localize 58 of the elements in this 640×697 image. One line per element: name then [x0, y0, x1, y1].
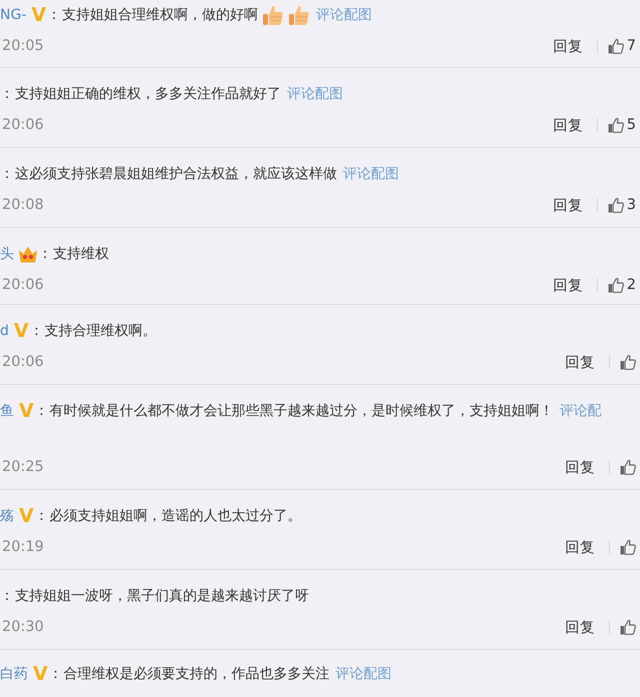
verified-label: V: [19, 506, 34, 526]
thumbs-up-icon: [608, 197, 624, 213]
colon-separator: ：: [38, 245, 52, 263]
like-button[interactable]: 2: [608, 277, 636, 293]
colon-separator: ：: [34, 507, 49, 525]
comment-text: 这必须支持张碧晨姐姐维护合法权益，就应该这样做: [15, 165, 337, 183]
verified-label: V: [19, 401, 34, 421]
colon-separator: ：: [34, 402, 49, 420]
colon-separator: ：: [48, 665, 63, 683]
comment-time: 20:25: [1, 459, 44, 475]
thumbs-up-icon: [620, 539, 636, 555]
like-button[interactable]: [620, 619, 636, 635]
like-button[interactable]: 3: [608, 197, 636, 213]
colon-separator: ：: [47, 6, 62, 24]
reply-button[interactable]: 回复: [565, 352, 595, 372]
comment-text: 支持姐姐正确的维权，多多关注作品就好了: [15, 85, 281, 103]
reply-button[interactable]: 回复: [552, 196, 583, 214]
comment-time: 20:06: [1, 117, 44, 133]
verified-label: V: [14, 321, 29, 341]
comment-text: 支持姐姐一波呀，黑子们真的是越来越讨厌了呀: [15, 587, 309, 605]
comment-time: 20:30: [1, 619, 44, 635]
colon-separator: ：: [0, 165, 14, 183]
thumbs-up-icon: [262, 4, 284, 26]
comment-time: 20:05: [1, 38, 44, 54]
thumbs-up-icon: [608, 38, 624, 54]
like-button[interactable]: 7: [608, 38, 636, 54]
comment-text: 必须支持姐姐啊，造谣的人也太过分了。: [50, 507, 302, 525]
comment-time: 20:06: [1, 277, 44, 293]
reply-button[interactable]: 回复: [552, 116, 583, 134]
colon-separator: ：: [0, 587, 14, 605]
reply-button[interactable]: 回复: [565, 458, 595, 476]
like-button[interactable]: [620, 539, 636, 555]
verified-label: V: [33, 664, 48, 684]
like-button[interactable]: 5: [608, 117, 636, 133]
comment-text: 支持维权: [53, 245, 109, 263]
like-button[interactable]: [620, 459, 636, 475]
reply-button[interactable]: 回复: [552, 276, 583, 294]
thumbs-up-icon: [288, 4, 310, 26]
comment-text: 支持合理维权啊。: [44, 322, 157, 340]
colon-separator: ：: [30, 322, 44, 340]
thumbs-up-icon: [620, 354, 636, 370]
comment-time: 20:06: [1, 354, 44, 370]
comment-text: 合理维权是必须要支持的，作品也多多关注: [64, 665, 330, 683]
thumbs-up-icon: [608, 277, 624, 293]
reply-button[interactable]: 回复: [552, 36, 583, 56]
reply-button[interactable]: 回复: [565, 618, 595, 636]
reply-button[interactable]: 回复: [565, 538, 595, 556]
comment-time: 20:08: [1, 197, 44, 213]
verified-label: V: [31, 5, 46, 25]
comment-text: 有时候就是什么都不做才会让那些黑子越来越过分，是时候维权了，支持姐姐啊！: [50, 402, 554, 420]
thumbs-up-icon: [620, 459, 636, 475]
crown-icon: [18, 245, 38, 263]
colon-separator: ：: [0, 85, 14, 103]
comment-text: 支持姐姐合理维权啊，做的好啊: [62, 6, 258, 24]
comment-time: 20:19: [1, 539, 44, 555]
thumbs-up-icon: [608, 117, 624, 133]
like-button[interactable]: [620, 354, 636, 370]
thumbs-up-icon: [620, 619, 636, 635]
